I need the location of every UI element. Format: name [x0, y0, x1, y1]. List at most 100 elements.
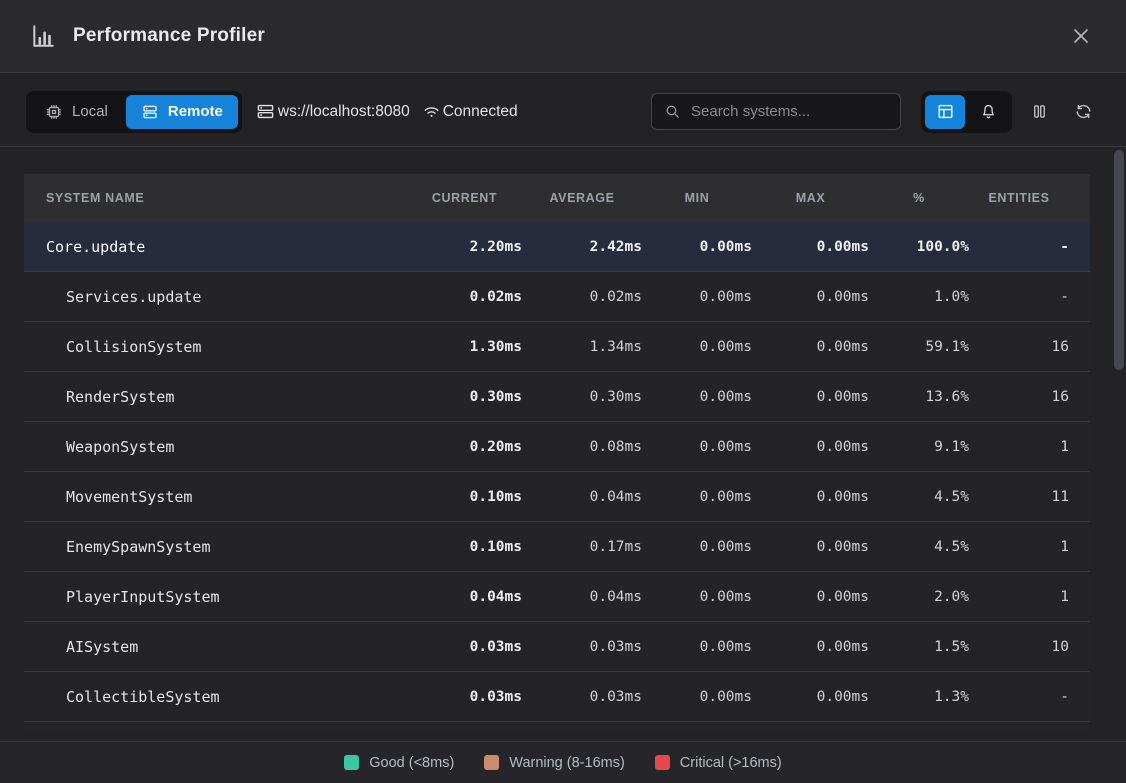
min-cell: 0.00ms: [642, 439, 752, 455]
scrollbar-thumb[interactable]: [1114, 150, 1124, 370]
entities-cell: 1: [969, 589, 1069, 605]
system-name-cell: WeaponSystem: [24, 438, 407, 456]
table-body: Core.update 2.20ms 2.42ms 0.00ms 0.00ms …: [24, 222, 1090, 722]
refresh-icon: [1074, 102, 1093, 121]
average-cell: 0.03ms: [522, 689, 642, 705]
source-toggle-group: Local Remote: [26, 91, 242, 133]
good-swatch-icon: [344, 755, 359, 770]
system-name-cell: PlayerInputSystem: [24, 588, 407, 606]
legend-item-warning: Warning (8-16ms): [484, 755, 625, 771]
column-header-percent: %: [869, 191, 969, 205]
connection-status: Connected: [422, 102, 518, 121]
min-cell: 0.00ms: [642, 289, 752, 305]
table-header-row: SYSTEM NAME CURRENT AVERAGE MIN MAX % EN…: [24, 174, 1090, 222]
percent-cell: 9.1%: [869, 439, 969, 455]
average-cell: 2.42ms: [522, 239, 642, 255]
local-button[interactable]: Local: [30, 95, 123, 129]
average-cell: 0.03ms: [522, 639, 642, 655]
table-row[interactable]: EnemySpawnSystem 0.10ms 0.17ms 0.00ms 0.…: [24, 522, 1090, 572]
entities-cell: 1: [969, 539, 1069, 555]
column-header-system-name: SYSTEM NAME: [24, 191, 407, 205]
view-toggle-group: [921, 91, 1012, 133]
pause-button[interactable]: [1022, 95, 1056, 129]
table-row[interactable]: WeaponSystem 0.20ms 0.08ms 0.00ms 0.00ms…: [24, 422, 1090, 472]
column-header-max: MAX: [752, 191, 869, 205]
bar-chart-icon: [30, 23, 56, 49]
entities-cell: -: [969, 289, 1069, 305]
table-row[interactable]: PlayerInputSystem 0.04ms 0.04ms 0.00ms 0…: [24, 572, 1090, 622]
percent-cell: 1.0%: [869, 289, 969, 305]
refresh-button[interactable]: [1066, 95, 1100, 129]
entities-cell: 11: [969, 489, 1069, 505]
min-cell: 0.00ms: [642, 639, 752, 655]
average-cell: 0.17ms: [522, 539, 642, 555]
server-icon: [256, 102, 275, 121]
column-header-entities: ENTITIES: [969, 191, 1069, 205]
systems-table: SYSTEM NAME CURRENT AVERAGE MIN MAX % EN…: [24, 174, 1090, 734]
max-cell: 0.00ms: [752, 689, 869, 705]
entities-cell: -: [969, 689, 1069, 705]
current-cell: 0.02ms: [407, 289, 522, 305]
current-cell: 1.30ms: [407, 339, 522, 355]
average-cell: 0.02ms: [522, 289, 642, 305]
remote-button[interactable]: Remote: [126, 95, 238, 129]
close-button[interactable]: [1066, 21, 1096, 51]
system-name-cell: RenderSystem: [24, 388, 407, 406]
bell-icon: [979, 102, 998, 121]
entities-cell: 10: [969, 639, 1069, 655]
percent-cell: 4.5%: [869, 539, 969, 555]
entities-cell: 1: [969, 439, 1069, 455]
max-cell: 0.00ms: [752, 239, 869, 255]
max-cell: 0.00ms: [752, 539, 869, 555]
max-cell: 0.00ms: [752, 589, 869, 605]
table-row[interactable]: Core.update 2.20ms 2.42ms 0.00ms 0.00ms …: [24, 222, 1090, 272]
average-cell: 0.04ms: [522, 489, 642, 505]
legend-item-critical: Critical (>16ms): [655, 755, 782, 771]
connection-info: ws://localhost:8080 Connected: [256, 102, 518, 121]
current-cell: 2.20ms: [407, 239, 522, 255]
entities-cell: -: [969, 239, 1069, 255]
table-view-icon: [936, 102, 955, 121]
current-cell: 0.04ms: [407, 589, 522, 605]
search-box: [651, 93, 901, 130]
current-cell: 0.20ms: [407, 439, 522, 455]
table-row[interactable]: CollectibleSystem 0.03ms 0.03ms 0.00ms 0…: [24, 672, 1090, 722]
percent-cell: 100.0%: [869, 239, 969, 255]
profiler-content: SYSTEM NAME CURRENT AVERAGE MIN MAX % EN…: [0, 147, 1126, 741]
alerts-button[interactable]: [968, 95, 1008, 129]
min-cell: 0.00ms: [642, 589, 752, 605]
system-name-cell: CollectibleSystem: [24, 688, 407, 706]
endpoint-url: ws://localhost:8080: [278, 103, 410, 121]
percent-cell: 1.5%: [869, 639, 969, 655]
table-row[interactable]: CollisionSystem 1.30ms 1.34ms 0.00ms 0.0…: [24, 322, 1090, 372]
search-input[interactable]: [691, 103, 888, 120]
system-name-cell: EnemySpawnSystem: [24, 538, 407, 556]
table-row[interactable]: Services.update 0.02ms 0.02ms 0.00ms 0.0…: [24, 272, 1090, 322]
column-header-average: AVERAGE: [522, 191, 642, 205]
column-header-current: CURRENT: [407, 191, 522, 205]
percent-cell: 59.1%: [869, 339, 969, 355]
current-cell: 0.10ms: [407, 539, 522, 555]
current-cell: 0.03ms: [407, 639, 522, 655]
percent-cell: 1.3%: [869, 689, 969, 705]
system-name-cell: Services.update: [24, 288, 407, 306]
table-row[interactable]: AISystem 0.03ms 0.03ms 0.00ms 0.00ms 1.5…: [24, 622, 1090, 672]
close-icon: [1071, 26, 1091, 46]
table-row[interactable]: RenderSystem 0.30ms 0.30ms 0.00ms 0.00ms…: [24, 372, 1090, 422]
title-bar: Performance Profiler: [0, 0, 1126, 73]
critical-swatch-icon: [655, 755, 670, 770]
column-header-min: MIN: [642, 191, 752, 205]
max-cell: 0.00ms: [752, 639, 869, 655]
average-cell: 0.30ms: [522, 389, 642, 405]
current-cell: 0.10ms: [407, 489, 522, 505]
table-row[interactable]: MovementSystem 0.10ms 0.04ms 0.00ms 0.00…: [24, 472, 1090, 522]
server-icon: [141, 103, 159, 121]
percent-cell: 13.6%: [869, 389, 969, 405]
entities-cell: 16: [969, 339, 1069, 355]
table-view-button[interactable]: [925, 95, 965, 129]
percent-cell: 4.5%: [869, 489, 969, 505]
min-cell: 0.00ms: [642, 389, 752, 405]
legend-label-warning: Warning (8-16ms): [509, 755, 625, 771]
system-name-cell: CollisionSystem: [24, 338, 407, 356]
percent-cell: 2.0%: [869, 589, 969, 605]
